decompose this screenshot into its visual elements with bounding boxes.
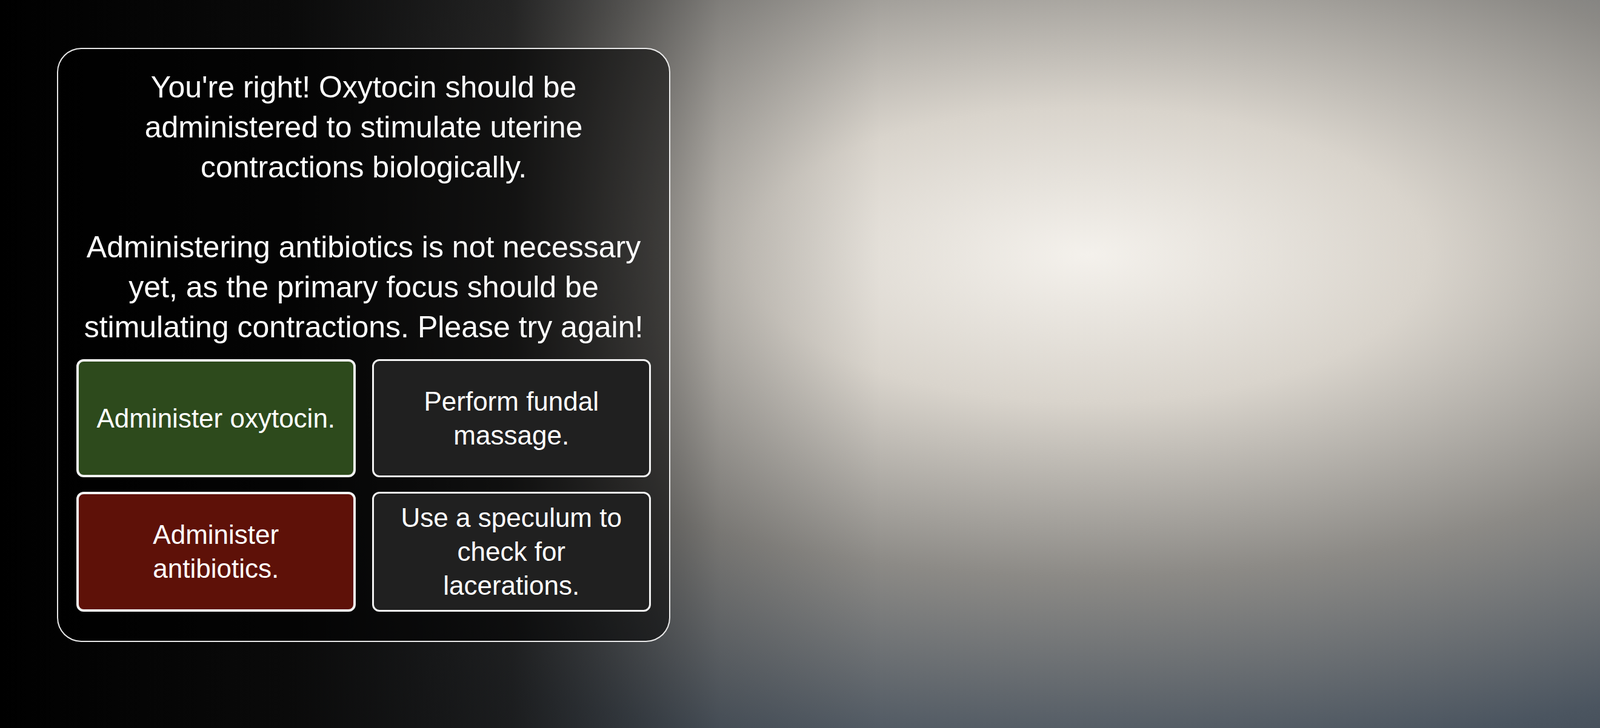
- feedback-panel: You're right! Oxytocin should be adminis…: [56, 47, 671, 643]
- feedback-paragraph: Administering antibiotics is not necessa…: [81, 227, 647, 348]
- feedback-text: You're right! Oxytocin should be adminis…: [76, 67, 651, 348]
- feedback-paragraph: You're right! Oxytocin should be adminis…: [81, 67, 647, 188]
- option-button[interactable]: Perform fundal massage.: [372, 359, 652, 478]
- option-button[interactable]: Use a speculum to check for lacerations.: [372, 492, 652, 613]
- photo: You're right! Oxytocin should be adminis…: [0, 0, 1600, 728]
- option-button[interactable]: Administer antibiotics.: [76, 492, 356, 613]
- option-button[interactable]: Administer oxytocin.: [76, 359, 356, 478]
- option-grid: Administer oxytocin.Perform fundal massa…: [76, 359, 651, 613]
